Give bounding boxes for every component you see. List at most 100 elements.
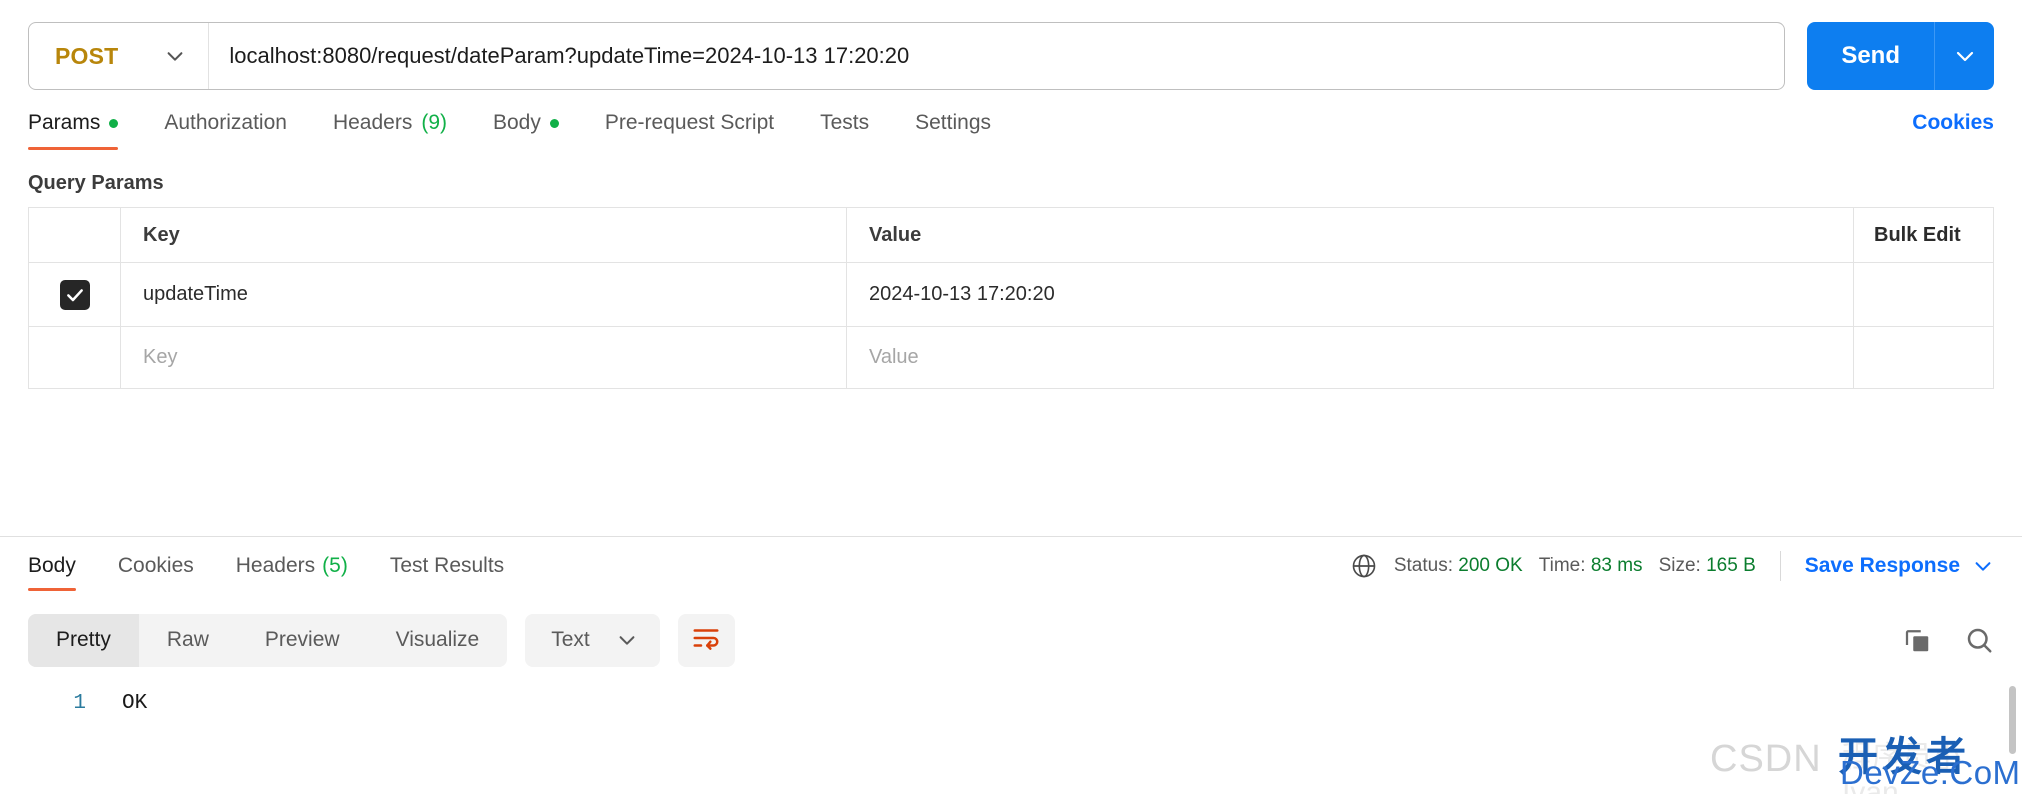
size-value: 165 B	[1706, 555, 1756, 576]
row-key-value: updateTime	[143, 283, 248, 305]
chevron-down-icon	[616, 629, 638, 651]
body-view-pretty[interactable]: Pretty	[28, 613, 139, 667]
size-metric: Size: 165 B	[1659, 555, 1756, 577]
tab-body-label: Body	[493, 111, 541, 134]
response-tab-test-results[interactable]: Test Results	[390, 537, 504, 595]
response-body-code[interactable]: 1 OK	[0, 678, 2022, 794]
send-button-group: Send	[1807, 22, 1994, 90]
search-icon[interactable]	[1964, 625, 1994, 655]
postman-request-response-view: POST localhost:8080/request/dateParam?up…	[0, 0, 2022, 794]
status-value: 200 OK	[1458, 555, 1523, 576]
url-input[interactable]: localhost:8080/request/dateParam?updateT…	[209, 23, 1784, 89]
tab-tests[interactable]: Tests	[820, 96, 869, 150]
row-value-cell-empty[interactable]: Value	[847, 327, 1854, 388]
query-params-table: Key Value Bulk Edit updateTime 2024-10-1…	[28, 207, 1994, 389]
row-bulk-cell	[1854, 327, 1993, 388]
row-bulk-cell	[1854, 263, 1993, 326]
status-label: Status:	[1393, 555, 1454, 576]
http-method-label: POST	[55, 42, 119, 69]
header-key-cell: Key	[121, 208, 847, 262]
tab-authorization-label: Authorization	[164, 111, 287, 134]
table-header-row: Key Value Bulk Edit	[29, 208, 1993, 263]
chevron-down-icon	[1972, 555, 1994, 577]
bulk-edit-button[interactable]: Bulk Edit	[1874, 224, 1961, 247]
size-label: Size:	[1658, 555, 1701, 576]
http-method-select[interactable]: POST	[29, 23, 210, 89]
tab-params[interactable]: Params	[28, 96, 119, 150]
body-view-preview[interactable]: Preview	[237, 614, 368, 667]
response-tab-body[interactable]: Body	[28, 537, 76, 595]
tab-settings-label: Settings	[915, 111, 992, 134]
response-tab-headers-count: (5)	[322, 554, 348, 577]
header-value-label: Value	[869, 223, 922, 246]
code-line: 1 OK	[28, 692, 1994, 715]
copy-icon[interactable]	[1902, 625, 1932, 655]
response-tab-headers[interactable]: Headers (5)	[236, 537, 348, 595]
tab-pre-request-script[interactable]: Pre-request Script	[605, 96, 774, 150]
save-response-button[interactable]: Save Response	[1805, 554, 1994, 578]
meta-divider	[1779, 551, 1781, 581]
table-header: Key Value Bulk Edit	[29, 208, 1993, 263]
response-tab-cookies-label: Cookies	[117, 554, 194, 577]
time-metric: Time: 83 ms	[1539, 555, 1643, 577]
send-button[interactable]: Send	[1807, 22, 1934, 90]
response-body-toolbar: Pretty Raw Preview Visualize Text	[0, 610, 2022, 670]
tab-headers-count: (9)	[421, 111, 447, 134]
time-label: Time:	[1538, 555, 1586, 576]
chevron-down-icon	[1953, 44, 1977, 68]
table-row: updateTime 2024-10-13 17:20:20	[29, 263, 1993, 326]
body-toolbar-actions	[1902, 625, 1994, 655]
chevron-down-icon	[164, 45, 186, 67]
params-indicator-dot	[109, 118, 119, 128]
row-value-value: 2024-10-13 17:20:20	[869, 283, 1055, 305]
response-meta: Status: 200 OK Time: 83 ms Size: 165 B S…	[1350, 551, 1994, 581]
response-header: Body Cookies Headers (5) Test Results St…	[0, 537, 2022, 595]
send-options-button[interactable]	[1934, 22, 1994, 90]
table-row: Key Value	[29, 326, 1993, 389]
code-line-text: OK	[122, 692, 148, 715]
code-line-number: 1	[73, 692, 86, 715]
tab-authorization[interactable]: Authorization	[164, 96, 287, 150]
header-value-cell: Value	[847, 208, 1854, 262]
query-params-heading: Query Params	[28, 172, 164, 194]
row-checkbox-cell	[29, 263, 121, 326]
url-shell: POST localhost:8080/request/dateParam?up…	[28, 22, 1786, 90]
wrap-lines-icon	[691, 623, 721, 658]
header-key-label: Key	[143, 223, 180, 246]
row-key-cell[interactable]: updateTime	[121, 263, 847, 326]
save-response-label: Save Response	[1804, 554, 1960, 577]
response-tab-cookies[interactable]: Cookies	[118, 537, 194, 595]
tab-headers[interactable]: Headers (9)	[333, 96, 447, 150]
tab-body[interactable]: Body	[493, 96, 559, 150]
request-url-bar: POST localhost:8080/request/dateParam?up…	[0, 0, 2022, 96]
body-indicator-dot	[549, 118, 559, 128]
tab-settings[interactable]: Settings	[915, 96, 991, 150]
row-checkbox-cell	[29, 327, 121, 388]
header-bulk-edit-cell: Bulk Edit	[1854, 208, 1993, 262]
tab-headers-label: Headers	[332, 111, 413, 134]
body-view-segmented-control: Pretty Raw Preview Visualize	[28, 613, 508, 667]
header-checkbox-cell	[29, 208, 121, 262]
row-value-cell[interactable]: 2024-10-13 17:20:20	[847, 263, 1854, 326]
body-view-raw[interactable]: Raw	[139, 614, 237, 667]
response-tab-test-results-label: Test Results	[389, 554, 505, 577]
cookies-link[interactable]: Cookies	[1912, 111, 1994, 135]
time-value: 83 ms	[1590, 555, 1643, 576]
response-tab-headers-label: Headers	[235, 554, 316, 577]
body-format-value: Text	[551, 628, 590, 651]
code-vertical-scrollbar[interactable]	[2009, 686, 2016, 754]
globe-icon	[1350, 552, 1378, 580]
row-value-placeholder: Value	[869, 346, 919, 368]
request-tabs: Params Authorization Headers (9) Body Pr…	[0, 96, 2022, 150]
row-enabled-checkbox[interactable]	[59, 279, 90, 310]
wrap-lines-button[interactable]	[677, 613, 735, 667]
body-format-select[interactable]: Text	[525, 613, 660, 667]
row-key-cell-empty[interactable]: Key	[121, 327, 847, 388]
tab-pre-request-script-label: Pre-request Script	[604, 111, 775, 134]
response-tab-body-label: Body	[28, 554, 76, 577]
row-key-placeholder: Key	[143, 346, 178, 368]
body-view-visualize[interactable]: Visualize	[368, 614, 508, 667]
tab-tests-label: Tests	[820, 111, 870, 134]
status-metric: Status: 200 OK	[1394, 555, 1523, 577]
tab-params-label: Params	[28, 111, 101, 134]
